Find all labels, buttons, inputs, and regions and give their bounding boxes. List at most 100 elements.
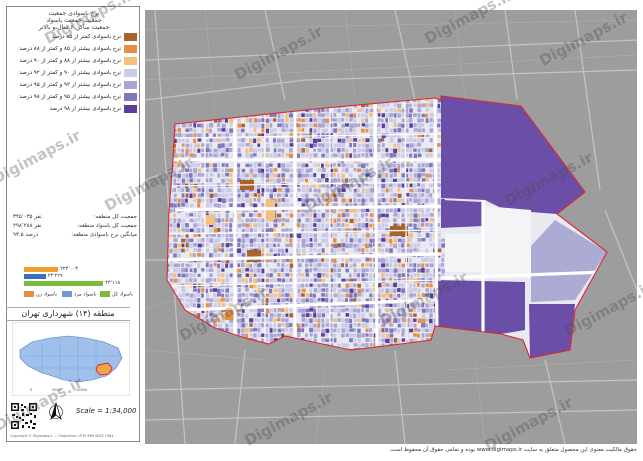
parcel — [301, 178, 305, 182]
parcel — [425, 193, 430, 198]
parcel — [365, 138, 370, 143]
parcel — [213, 323, 218, 328]
parcel — [365, 168, 369, 174]
parcel — [197, 288, 201, 293]
parcel — [385, 328, 389, 333]
parcel — [273, 328, 277, 332]
parcel — [257, 263, 262, 268]
legend-item-label: نرخ باسوادی بیشتر از ۹۲ و کمتر از ۹۵ درص… — [19, 82, 121, 88]
parcel — [385, 293, 389, 297]
parcel — [213, 243, 218, 248]
parcel — [429, 293, 434, 299]
mini-legend-swatch — [24, 291, 34, 297]
parcel — [265, 168, 270, 173]
parcel — [421, 138, 424, 143]
parcel — [193, 298, 198, 303]
parcel — [361, 168, 366, 173]
parcel — [265, 188, 270, 192]
parcel — [381, 208, 385, 213]
parcel — [393, 163, 397, 168]
parcel — [369, 273, 373, 278]
parcel — [321, 278, 326, 283]
bar-value: ۲۳٬۲۲۹ — [47, 273, 63, 279]
parcel — [181, 248, 185, 253]
parcel — [237, 193, 241, 198]
parcel — [321, 123, 326, 128]
parcel — [321, 283, 326, 287]
parcel — [213, 233, 216, 237]
parcel — [205, 248, 209, 253]
parcel — [193, 288, 197, 292]
parcel — [421, 283, 425, 288]
parcel — [381, 303, 386, 307]
parcel — [413, 328, 418, 332]
parcel — [205, 268, 210, 273]
parcel — [241, 223, 246, 227]
parcel — [397, 168, 400, 173]
parcel — [337, 138, 342, 143]
parcel — [369, 293, 373, 298]
parcel — [273, 243, 276, 248]
parcel — [309, 333, 313, 337]
parcel — [205, 193, 210, 198]
parcel — [225, 198, 230, 203]
parcel — [325, 178, 329, 183]
parcel — [177, 188, 181, 192]
parcel — [221, 143, 225, 148]
parcel — [341, 318, 345, 323]
parcel — [417, 108, 422, 112]
parcel — [205, 178, 209, 183]
parcel — [425, 263, 429, 267]
parcel — [221, 313, 226, 318]
parcel — [397, 153, 401, 157]
parcel — [385, 163, 389, 168]
parcel — [193, 123, 197, 128]
parcel — [361, 188, 365, 194]
parcel — [321, 323, 325, 328]
parcel — [309, 213, 313, 218]
parcel — [189, 143, 193, 148]
parcel — [305, 118, 309, 122]
parcel — [273, 138, 277, 143]
parcel — [437, 143, 441, 147]
parcel — [353, 318, 358, 322]
parcel — [217, 293, 222, 297]
parcel — [409, 313, 413, 317]
parcel — [241, 268, 245, 274]
parcel — [257, 323, 262, 328]
bar-male — [24, 274, 46, 279]
parcel — [429, 118, 433, 123]
parcel — [409, 173, 413, 178]
parcel — [389, 173, 393, 178]
parcel — [301, 273, 305, 277]
parcel — [313, 258, 318, 263]
parcel — [369, 153, 373, 157]
parcel — [401, 308, 406, 313]
parcel — [381, 248, 385, 253]
parcel — [365, 193, 370, 198]
parcel — [229, 188, 232, 192]
parcel — [389, 183, 393, 188]
parcel — [369, 143, 374, 148]
parcel — [285, 123, 289, 128]
mini-legend-item: باسواد کل — [100, 291, 133, 298]
parcel — [421, 148, 426, 152]
parcel — [225, 273, 229, 278]
parcel — [237, 148, 241, 153]
parcel — [321, 138, 325, 142]
parcel — [297, 143, 301, 149]
parcel — [413, 153, 418, 159]
parcel — [393, 218, 397, 223]
parcel — [337, 173, 340, 178]
parcel — [401, 243, 405, 248]
parcel — [285, 188, 290, 193]
parcel — [273, 193, 277, 197]
stat-label: جمعیت کل باسواد منطقه: — [77, 223, 137, 229]
parcel — [281, 278, 285, 283]
parcel — [249, 163, 253, 168]
parcel — [245, 333, 249, 339]
parcel — [317, 308, 322, 313]
parcel — [265, 278, 269, 283]
parcel — [245, 223, 250, 228]
parcel — [193, 213, 196, 218]
